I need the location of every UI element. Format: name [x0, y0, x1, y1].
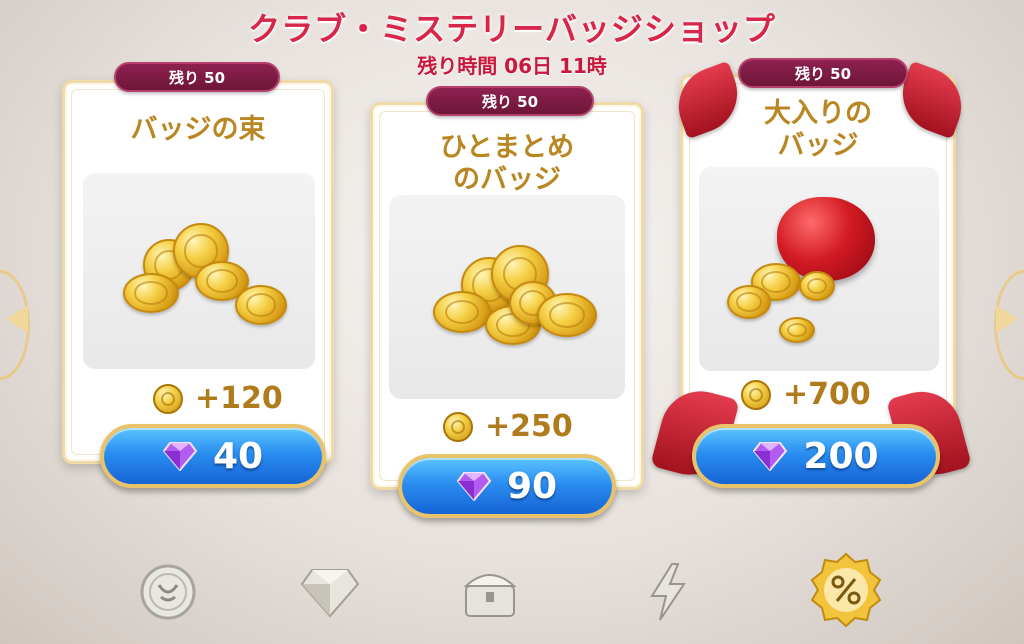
gold-coin-icon [123, 273, 179, 313]
gold-coin-icon [799, 271, 835, 301]
tab-boosts[interactable] [636, 560, 700, 624]
stock-badge: 残り 50 [738, 58, 908, 88]
reward-amount: +120 [195, 381, 283, 416]
gem-icon [162, 442, 197, 471]
badge-coin-icon [443, 411, 473, 442]
gold-coin-icon [779, 317, 815, 343]
gem-icon [456, 472, 491, 501]
stock-badge: 残り 50 [114, 62, 280, 92]
percent-badge-icon [810, 552, 882, 628]
scroll-right-arrow-icon[interactable] [996, 305, 1018, 333]
badge-reward: +700 [741, 377, 871, 412]
offer-image [389, 195, 625, 399]
scroll-left-arrow-icon[interactable] [6, 305, 28, 333]
lightning-icon [650, 563, 686, 621]
buy-button-200[interactable]: 200 [692, 424, 940, 488]
offer-card-pack[interactable]: ひとまとめ のバッジ +250 [370, 102, 644, 490]
badge-coin-icon [741, 379, 771, 410]
buy-button-40[interactable]: 40 [100, 424, 326, 488]
price-amount: 200 [803, 435, 879, 477]
offer-title-line1: ひとまとめ [439, 132, 575, 163]
offer-title-line2: のバッジ [453, 164, 561, 195]
diamond-icon [300, 569, 360, 618]
offer-title: バッジの束 [130, 114, 266, 145]
gold-coin-icon [235, 285, 287, 325]
treasure-chest-icon [463, 574, 517, 617]
offer-card-bundle[interactable]: バッジの束 +120 [62, 80, 334, 464]
badge-coin-icon [140, 564, 196, 620]
gold-coin-icon [433, 291, 491, 333]
shop-title: クラブ・ミステリーバッジショップ [248, 10, 776, 48]
gold-coin-icon [537, 293, 597, 337]
price-amount: 90 [506, 465, 558, 507]
offer-title-line2: バッジ [777, 130, 859, 161]
offer-image [83, 173, 315, 369]
tab-badges[interactable] [136, 560, 200, 624]
badge-reward: +250 [443, 409, 573, 444]
badge-reward: +120 [153, 381, 283, 416]
gold-coin-icon [727, 285, 771, 319]
buy-button-90[interactable]: 90 [398, 454, 616, 518]
reward-amount: +700 [783, 377, 871, 412]
gem-icon [753, 442, 788, 471]
price-amount: 40 [212, 435, 264, 477]
tab-sale[interactable] [808, 552, 884, 628]
badge-coin-icon [153, 383, 183, 414]
stock-badge: 残り 50 [426, 86, 594, 116]
offer-image [699, 167, 939, 371]
offer-card-big-pack[interactable]: 大入りの バッジ +700 [680, 74, 956, 444]
reward-amount: +250 [485, 409, 573, 444]
tab-chests[interactable] [458, 560, 522, 624]
tab-gems[interactable] [298, 560, 362, 624]
